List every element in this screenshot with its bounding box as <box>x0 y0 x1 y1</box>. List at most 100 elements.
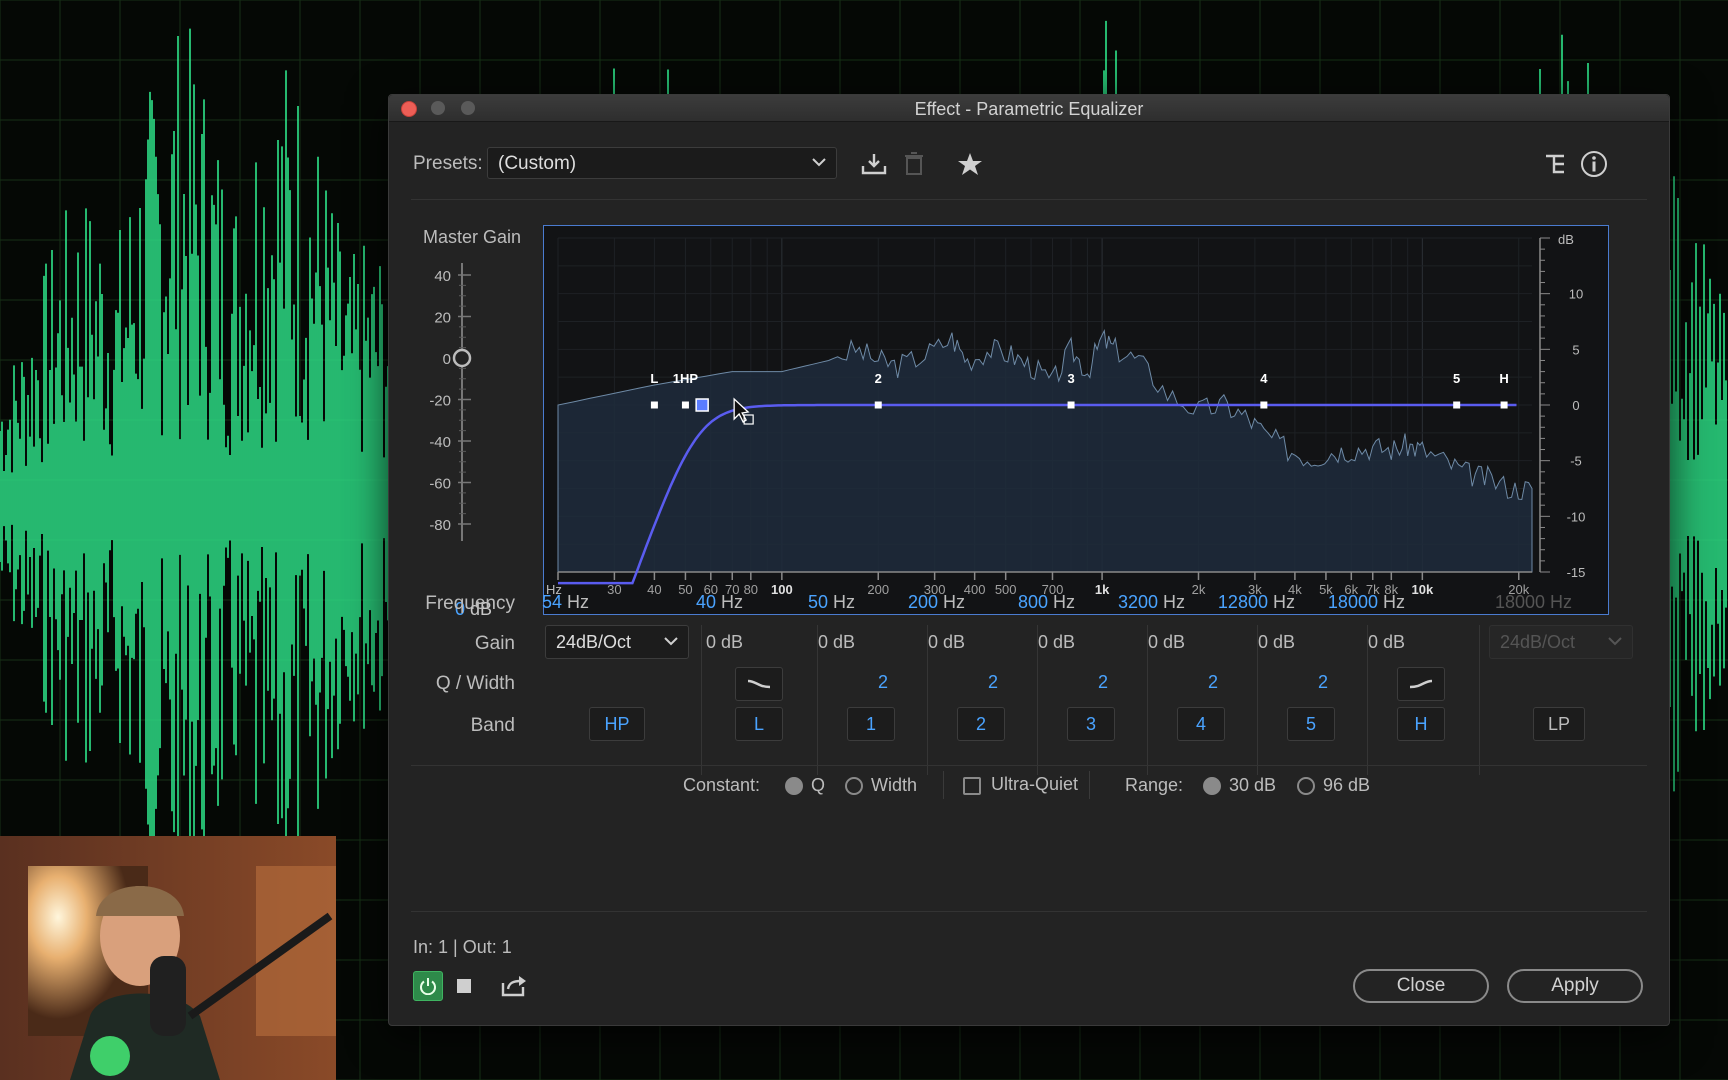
master-gain-scale-label: 20 <box>434 310 451 327</box>
eq-band-node <box>1500 401 1508 409</box>
band2-frequency-unit: Hz <box>943 592 965 612</box>
hp-frequency[interactable]: 54 Hz <box>499 592 589 613</box>
band4-gain[interactable]: 0 dB <box>1095 632 1185 653</box>
db-tick-label: 0 <box>1572 398 1579 413</box>
title-bar[interactable]: Effect - Parametric Equalizer <box>389 95 1669 122</box>
band1-gain-number: 0 <box>817 632 828 652</box>
db-axis-title: dB <box>1558 232 1574 247</box>
eq-band-node-label: 3 <box>1067 371 1074 386</box>
master-gain-knob <box>452 348 472 368</box>
export-icon[interactable] <box>499 971 529 1001</box>
eq-band-node <box>650 401 658 409</box>
l-frequency-number: 40 <box>695 592 716 612</box>
lp-slope-value: 24dB/Oct <box>1500 632 1576 652</box>
hp-frequency-unit: Hz <box>567 592 589 612</box>
range-96db-label: 96 dB <box>1323 775 1371 795</box>
frequency-tick-label: 80 <box>744 582 758 597</box>
db-tick-label: -15 <box>1567 565 1586 580</box>
chevron-down-icon <box>812 158 826 167</box>
band5-q[interactable]: 2 <box>1303 672 1343 693</box>
divider <box>943 771 944 799</box>
range-label: Range: <box>1125 775 1184 795</box>
low-shelf-icon[interactable] <box>735 667 783 701</box>
lp-slope-dropdown: 24dB/Oct <box>1489 625 1633 659</box>
range-30db-radio[interactable] <box>1203 777 1221 795</box>
db-tick-label: 5 <box>1572 342 1579 357</box>
master-gain-scale-label: 0 <box>443 351 451 368</box>
band5-gain[interactable]: 0 dB <box>1205 632 1295 653</box>
band-h-toggle[interactable]: H <box>1397 707 1445 741</box>
range-96db-radio[interactable] <box>1297 777 1315 795</box>
band3-gain[interactable]: 0 dB <box>985 632 1075 653</box>
constant-q-radio[interactable] <box>785 777 803 795</box>
band2-frequency-number: 200 <box>907 592 938 612</box>
constant-width-label: Width <box>871 775 918 795</box>
routing-icon[interactable] <box>1541 149 1571 179</box>
l-frequency[interactable]: 40 Hz <box>653 592 743 613</box>
eq-band-node <box>1067 401 1075 409</box>
band5-gain-number: 0 <box>1257 632 1268 652</box>
constant-q-label: Q <box>811 775 826 795</box>
master-gain-scale-label: -20 <box>429 393 451 410</box>
high-shelf-icon[interactable] <box>1397 667 1445 701</box>
presets-dropdown[interactable]: (Custom) <box>487 147 837 179</box>
band-4-toggle[interactable]: 4 <box>1177 707 1225 741</box>
download-preset-icon[interactable] <box>859 149 889 179</box>
band-l-toggle[interactable]: L <box>735 707 783 741</box>
separator <box>411 199 1647 200</box>
band3-q[interactable]: 2 <box>1083 672 1123 693</box>
eq-band-node-label: H <box>1499 371 1508 386</box>
master-gain-slider[interactable]: 40 20 0 -20 -40 -60 -80 <box>409 255 519 545</box>
band5-frequency-unit: Hz <box>1273 592 1295 612</box>
star-icon[interactable] <box>955 149 985 179</box>
band4-q[interactable]: 2 <box>1193 672 1233 693</box>
band1-gain-unit: dB <box>832 632 855 652</box>
divider <box>1089 771 1090 799</box>
band-1-toggle[interactable]: 1 <box>847 707 895 741</box>
db-tick-label: -5 <box>1570 454 1582 469</box>
h-frequency-unit: Hz <box>1383 592 1405 612</box>
band-2-toggle[interactable]: 2 <box>957 707 1005 741</box>
band2-gain-unit: dB <box>942 632 965 652</box>
l-gain-number: 0 <box>705 632 716 652</box>
band2-frequency[interactable]: 200 Hz <box>875 592 965 613</box>
h-gain[interactable]: 0 dB <box>1315 632 1405 653</box>
apply-button[interactable]: Apply <box>1507 969 1643 1003</box>
h-frequency[interactable]: 18000 Hz <box>1315 592 1405 613</box>
hp-frequency-number: 54 <box>541 592 562 612</box>
range-30db-label: 30 dB <box>1229 775 1277 795</box>
stop-icon[interactable] <box>449 971 479 1001</box>
l-gain[interactable]: 0 dB <box>653 632 743 653</box>
band-5-toggle[interactable]: 5 <box>1287 707 1335 741</box>
h-frequency-number: 18000 <box>1327 592 1378 612</box>
eq-band-node-label: 4 <box>1260 371 1268 386</box>
db-tick-label: -10 <box>1567 509 1586 524</box>
hp-filter-handle <box>695 398 709 412</box>
band5-frequency[interactable]: 12800 Hz <box>1205 592 1295 613</box>
close-button[interactable]: Close <box>1353 969 1489 1003</box>
band1-gain[interactable]: 0 dB <box>765 632 855 653</box>
ultra-quiet-checkbox[interactable] <box>963 777 981 795</box>
webcam-overlay <box>0 836 336 1080</box>
band2-gain[interactable]: 0 dB <box>875 632 965 653</box>
band2-q[interactable]: 2 <box>973 672 1013 693</box>
band3-frequency-number: 800 <box>1017 592 1048 612</box>
hp-slope-value: 24dB/Oct <box>556 632 632 652</box>
band-hp-toggle[interactable]: HP <box>589 707 645 741</box>
info-icon[interactable] <box>1579 149 1609 179</box>
q-width-row-label: Q / Width <box>435 673 515 694</box>
frequency-tick-label: 10k <box>1411 582 1433 597</box>
constant-width-radio[interactable] <box>845 777 863 795</box>
band1-frequency-number: 50 <box>807 592 828 612</box>
band4-frequency[interactable]: 3200 Hz <box>1095 592 1185 613</box>
band-3-toggle[interactable]: 3 <box>1067 707 1115 741</box>
band1-frequency[interactable]: 50 Hz <box>765 592 855 613</box>
band3-frequency[interactable]: 800 Hz <box>985 592 1075 613</box>
eq-graph[interactable]: dB 10 5 0 -5 -10 -15 Hz 30 40 50 60 70 80 100 200 300 400… <box>543 225 1609 615</box>
power-icon[interactable] <box>413 971 443 1001</box>
presets-label: Presets: <box>413 153 483 174</box>
band1-q[interactable]: 2 <box>863 672 903 693</box>
eq-band-node <box>681 401 689 409</box>
band-lp-toggle[interactable]: LP <box>1533 707 1585 741</box>
eq-graph-canvas[interactable]: dB1050-5-10-15Hz 30 40 50 60 70 80 100 200 300 400… <box>544 226 1607 613</box>
